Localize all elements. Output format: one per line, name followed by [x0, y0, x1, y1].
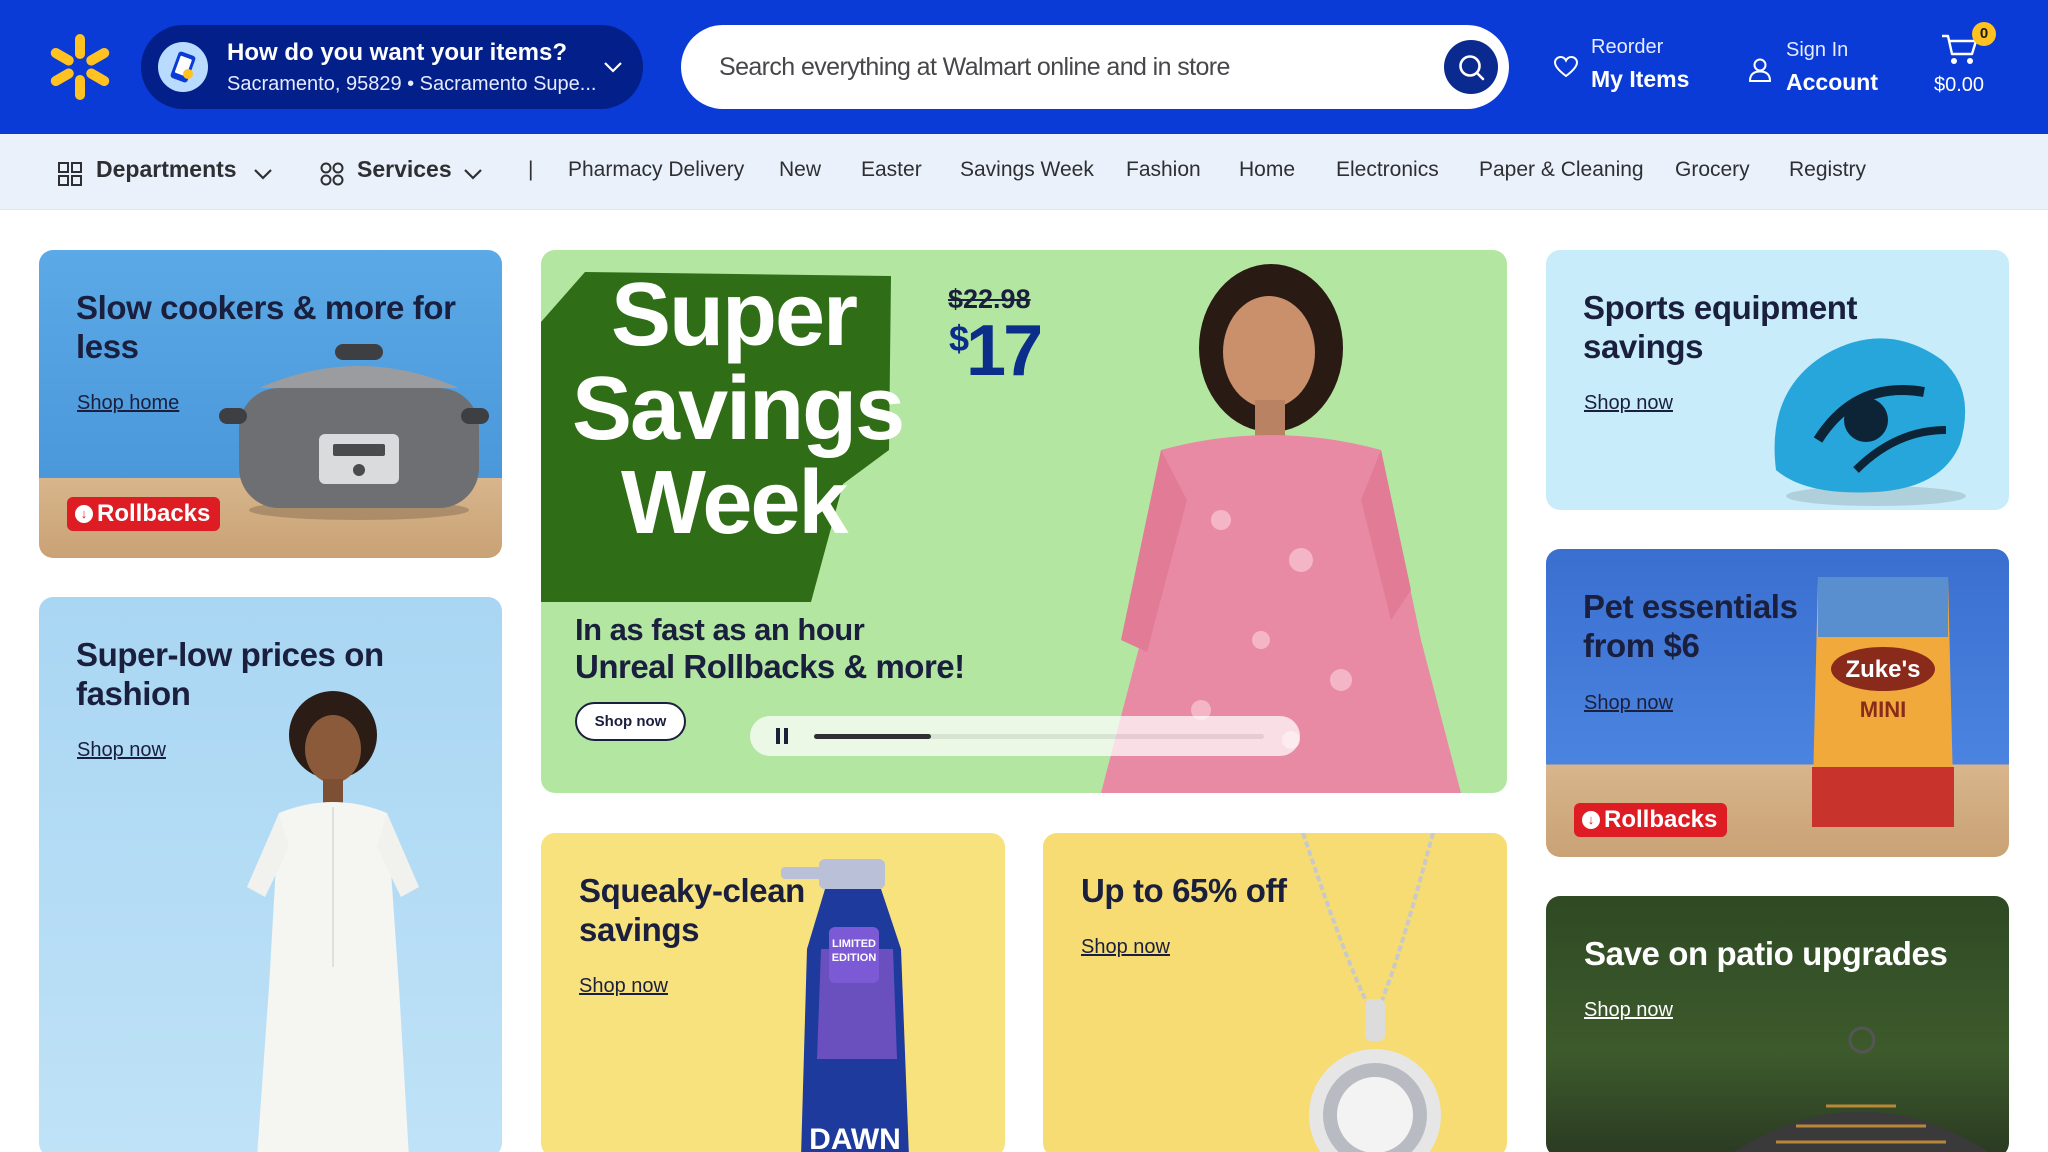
rollback-arrow-icon: ↓	[75, 505, 93, 523]
promo-card-jewelry[interactable]: Up to 65% off Shop now	[1043, 833, 1507, 1152]
phone-icon	[158, 42, 208, 92]
search-bar	[681, 25, 1509, 109]
hero-subline-2: Unreal Rollbacks & more!	[575, 648, 965, 685]
heart-icon	[1553, 55, 1579, 78]
hero-shop-now-button[interactable]: Shop now	[575, 702, 686, 741]
services-label: Services	[357, 156, 452, 182]
svg-text:DAWN: DAWN	[809, 1123, 901, 1152]
shop-now-link[interactable]: Shop now	[1584, 999, 1673, 1022]
rollbacks-badge: ↓ Rollbacks	[1574, 803, 1728, 837]
hero-subline-1: In as fast as an hour	[575, 612, 865, 647]
walmart-spark-logo[interactable]	[48, 34, 112, 100]
search-icon	[1459, 55, 1485, 81]
promo-card-fashion[interactable]: Super-low prices on fashion Shop now	[39, 597, 502, 1152]
card-title: Sports equipment savings	[1583, 289, 1858, 365]
rollbacks-label: Rollbacks	[1604, 806, 1718, 833]
shop-now-link[interactable]: Shop now	[1584, 392, 1673, 415]
promo-card-sports-equipment[interactable]: Sports equipment savings Shop now	[1546, 250, 2009, 510]
chevron-down-icon	[604, 62, 622, 73]
hero-headline-week: Week	[621, 453, 848, 553]
rollbacks-badge: ↓ Rollbacks	[67, 497, 221, 531]
departments-label: Departments	[96, 156, 237, 182]
delivery-selector[interactable]: How do you want your items? Sacramento, …	[141, 25, 643, 109]
nav-link-fashion[interactable]: Fashion	[1126, 158, 1201, 182]
sub-navigation: Departments Services | Pharmacy Delivery…	[0, 134, 2048, 210]
rollbacks-label: Rollbacks	[97, 500, 211, 527]
nav-link-registry[interactable]: Registry	[1789, 158, 1866, 182]
hero-headline-savings: Savings	[572, 359, 905, 459]
delivery-location: Sacramento, 95829 • Sacramento Supe...	[227, 73, 597, 95]
card-title: Save on patio upgrades	[1584, 935, 1948, 972]
card-title: Pet essentials from $6	[1583, 588, 1798, 664]
shop-now-link[interactable]: Shop now	[77, 739, 166, 762]
cart-count-badge: 0	[1972, 22, 1996, 46]
cart-total: $0.00	[1934, 74, 1985, 96]
hero-price-now: $17	[949, 310, 1043, 392]
nav-divider: |	[528, 158, 534, 181]
carousel-controls	[750, 716, 1300, 756]
nav-link-new[interactable]: New	[779, 158, 821, 182]
shop-now-link[interactable]: Shop now	[1081, 936, 1170, 959]
card-title: Squeaky-clean savings	[579, 872, 805, 948]
sign-in-label: Sign In	[1786, 39, 1849, 61]
search-button[interactable]	[1444, 40, 1498, 94]
model-floral-dress-image	[1101, 264, 1461, 793]
svg-text:Zuke's: Zuke's	[1845, 656, 1920, 683]
carousel-progress-fill	[814, 734, 931, 739]
search-input[interactable]	[719, 47, 1399, 87]
promo-card-slow-cookers[interactable]: Slow cookers & more for less Shop home ↓…	[39, 250, 502, 558]
card-title: Slow cookers & more for less	[76, 289, 456, 365]
rollback-arrow-icon: ↓	[1582, 811, 1600, 829]
nav-link-grocery[interactable]: Grocery	[1675, 158, 1750, 182]
promo-card-pet-essentials[interactable]: Zuke's MINI Pet essentials from $6 Shop …	[1546, 549, 2009, 857]
nav-link-electronics[interactable]: Electronics	[1336, 158, 1439, 182]
hero-banner-super-savings-week[interactable]: Super Savings Week $22.98 $17 In as fast…	[541, 250, 1507, 793]
account-label: Account	[1786, 69, 1878, 95]
reorder-label: Reorder	[1591, 36, 1664, 58]
services-icon	[320, 162, 344, 186]
promo-card-patio-upgrades[interactable]: Save on patio upgrades Shop now	[1546, 896, 2009, 1152]
shop-home-link[interactable]: Shop home	[77, 392, 179, 415]
sign-in-account-link[interactable]: Sign In Account	[1748, 39, 1908, 99]
nav-link-savings-week[interactable]: Savings Week	[960, 158, 1094, 182]
site-header: How do you want your items? Sacramento, …	[0, 0, 2048, 134]
svg-text:MINI: MINI	[1860, 697, 1906, 722]
chevron-down-icon	[464, 169, 482, 180]
shop-now-link[interactable]: Shop now	[579, 975, 668, 998]
hero-price-value: 17	[966, 311, 1043, 391]
my-items-label: My Items	[1591, 66, 1690, 92]
delivery-title: How do you want your items?	[227, 39, 568, 66]
hero-price-symbol: $	[949, 318, 969, 359]
promo-card-squeaky-clean[interactable]: LIMITED EDITION DAWN Squeaky-clean savin…	[541, 833, 1005, 1152]
nav-link-easter[interactable]: Easter	[861, 158, 922, 182]
reorder-my-items-link[interactable]: Reorder My Items	[1553, 36, 1713, 96]
nav-link-paper-cleaning[interactable]: Paper & Cleaning	[1479, 158, 1644, 182]
person-icon	[1748, 58, 1772, 82]
nav-link-home[interactable]: Home	[1239, 158, 1295, 182]
chevron-down-icon	[254, 169, 272, 180]
grid-icon	[58, 162, 82, 186]
nav-link-pharmacy-delivery[interactable]: Pharmacy Delivery	[568, 158, 744, 182]
fire-pit-image	[1733, 1026, 1989, 1152]
carousel-progress-track	[814, 734, 1264, 739]
card-title: Up to 65% off	[1081, 872, 1287, 909]
svg-text:EDITION: EDITION	[832, 952, 877, 964]
hero-headline-super: Super	[611, 265, 858, 365]
cart-button[interactable]: 0 $0.00	[1934, 22, 1996, 102]
card-title: Super-low prices on fashion	[76, 636, 384, 712]
model-white-dress-image	[247, 691, 419, 1152]
pause-icon[interactable]	[776, 728, 788, 744]
shop-now-link[interactable]: Shop now	[1584, 692, 1673, 715]
